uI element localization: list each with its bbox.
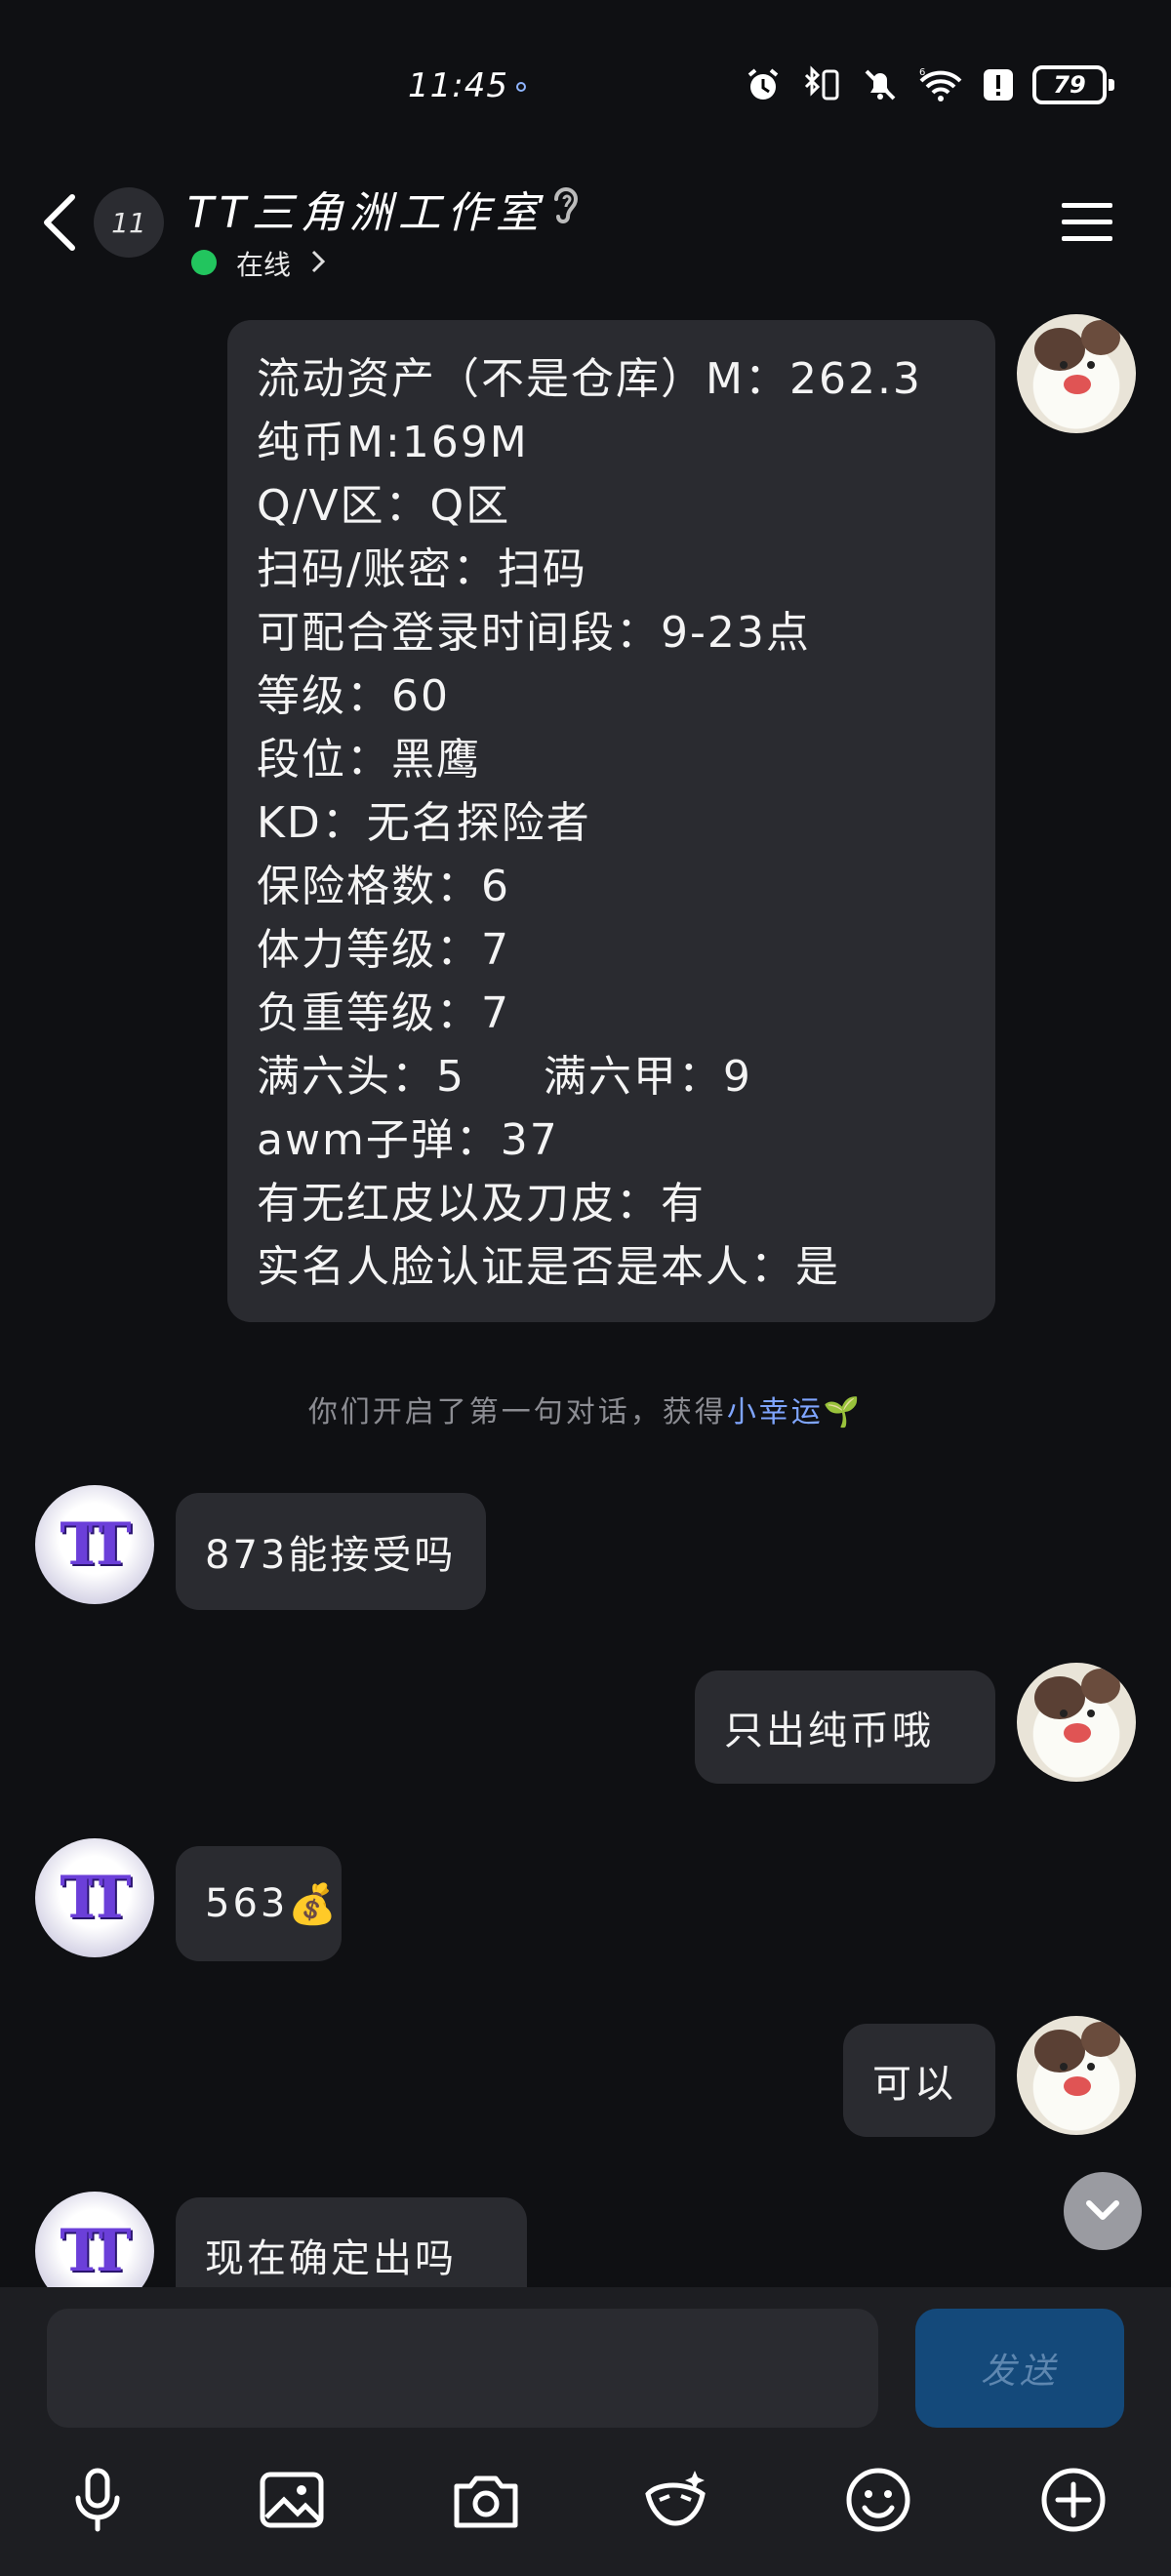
emoji-icon[interactable] <box>843 2465 913 2535</box>
message-text: 可以 <box>872 2062 956 2107</box>
profile-line: 等级：60 <box>257 671 450 721</box>
profile-line: 流动资产（不是仓库）M：262.3 <box>257 354 922 404</box>
profile-line: 满六头：5 满六甲：9 <box>257 1052 752 1102</box>
battery-indicator: 79 <box>1032 65 1114 104</box>
profile-line: 段位：黑鹰 <box>257 735 481 785</box>
profile-line: 保险格数：6 <box>257 862 510 911</box>
money-bag-emoji: 💰 <box>288 1881 341 1927</box>
wifi-icon: 6 <box>919 67 962 101</box>
online-status-dot <box>191 250 217 275</box>
outgoing-message[interactable]: 只出纯币哦 <box>695 1670 995 1784</box>
alert-icon <box>984 69 1013 101</box>
lucky-link[interactable]: 小幸运 <box>727 1395 824 1429</box>
profile-line: 负重等级：7 <box>257 988 510 1038</box>
chevron-down-icon <box>1086 2200 1119 2220</box>
message-text: 只出纯币哦 <box>724 1709 934 1753</box>
alarm-icon <box>747 68 779 100</box>
microphone-icon[interactable] <box>62 2465 133 2535</box>
bluetooth-vibrate-icon <box>804 65 839 101</box>
profile-line: 体力等级：7 <box>257 925 510 975</box>
self-avatar[interactable] <box>1017 314 1136 433</box>
menu-icon[interactable] <box>1060 201 1114 244</box>
chat-title[interactable]: TT三角洲工作室 <box>187 178 545 240</box>
scroll-to-bottom-button[interactable] <box>1064 2172 1142 2250</box>
image-icon[interactable] <box>257 2465 327 2535</box>
system-note: 你们开启了第一句对话，获得小幸运🌱 <box>0 1388 1171 1430</box>
sticker-icon[interactable] <box>640 2465 710 2535</box>
plus-icon[interactable] <box>1038 2465 1109 2535</box>
send-button[interactable]: 发送 <box>915 2309 1124 2428</box>
message-text: 873能接受吗 <box>205 1533 457 1578</box>
incoming-message[interactable]: 563 💰 <box>176 1846 342 1961</box>
profile-line: KD：无名探险者 <box>257 798 591 848</box>
chevron-right-icon[interactable] <box>308 248 328 275</box>
self-avatar[interactable] <box>1017 1663 1136 1782</box>
system-note-text: 你们开启了第一句对话，获得 <box>307 1395 727 1429</box>
message-input[interactable] <box>47 2309 878 2428</box>
sprout-emoji: 🌱 <box>823 1395 864 1429</box>
profile-line: 可配合登录时间段：9-23点 <box>257 608 811 658</box>
profile-line: awm子弹：37 <box>257 1115 559 1165</box>
self-avatar[interactable] <box>1017 2016 1136 2135</box>
message-text: 现在确定出吗 <box>205 2236 457 2281</box>
mute-icon <box>865 69 896 101</box>
svg-text:6: 6 <box>919 67 925 78</box>
back-arrow-icon[interactable] <box>37 191 84 254</box>
status-icons: 6 79 <box>744 60 1114 109</box>
profile-line: Q/V区：Q区 <box>257 481 511 531</box>
profile-message-bubble[interactable]: 流动资产（不是仓库）M：262.3 纯币M:169M Q/V区：Q区 扫码/账密… <box>227 320 995 1322</box>
profile-line: 有无红皮以及刀皮：有 <box>257 1179 706 1228</box>
status-indicator-dot <box>516 82 526 92</box>
profile-line: 纯币M:169M <box>257 418 529 467</box>
message-text: 563 <box>205 1881 289 1926</box>
unread-count-badge[interactable]: 11 <box>94 187 164 258</box>
incoming-message[interactable]: 873能接受吗 <box>176 1493 486 1610</box>
outgoing-message[interactable]: 可以 <box>843 2024 995 2137</box>
camera-icon[interactable] <box>451 2465 521 2535</box>
contact-avatar[interactable]: TT <box>35 1838 154 1957</box>
online-status-label[interactable]: 在线 <box>236 244 291 283</box>
profile-line: 扫码/账密：扫码 <box>257 544 587 594</box>
ear-icon[interactable] <box>548 181 584 228</box>
profile-line: 实名人脸认证是否是本人：是 <box>257 1242 840 1292</box>
status-time: 11:45 <box>408 66 508 105</box>
battery-level: 79 <box>1053 71 1086 99</box>
contact-avatar[interactable]: TT <box>35 1485 154 1604</box>
